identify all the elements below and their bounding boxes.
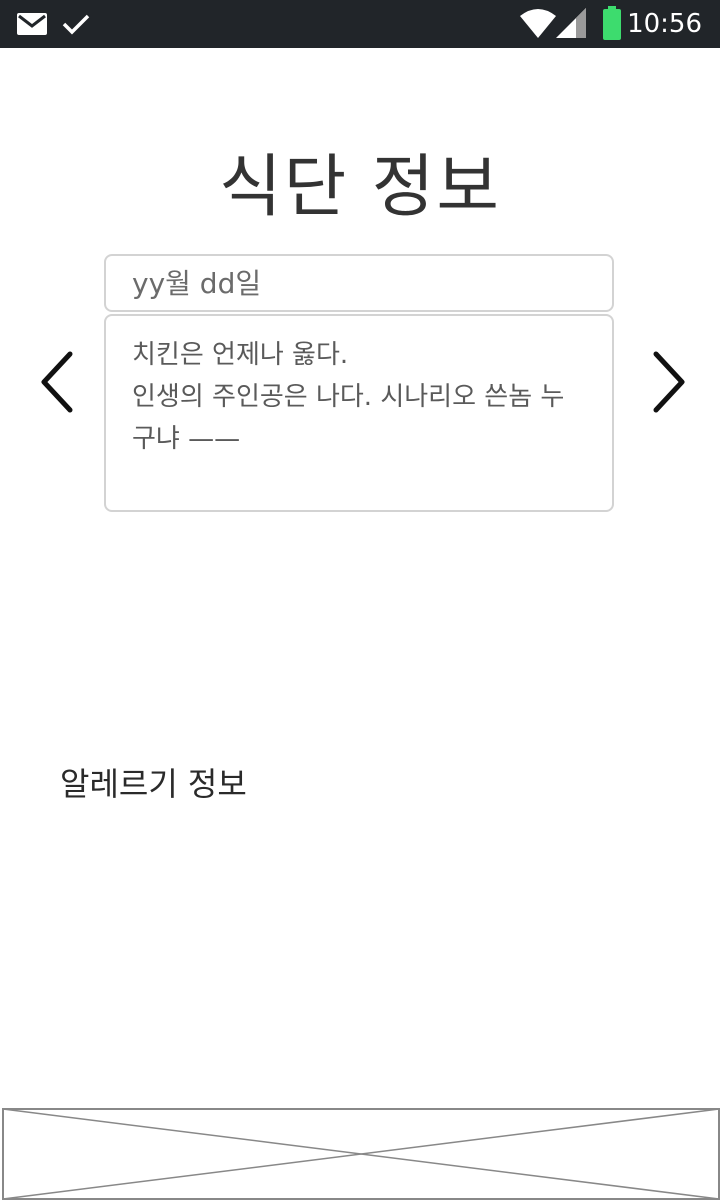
image-placeholder-icon bbox=[2, 1108, 720, 1200]
meal-text-area[interactable]: 치킨은 언제나 옳다. 인생의 주인공은 나다. 시나리오 쓴놈 누 구냐 —— bbox=[104, 314, 614, 512]
mail-icon bbox=[17, 13, 47, 35]
screen: 10:56 식단 정보 yy월 dd일 치킨은 언제나 옳다. 인생의 주인공은… bbox=[0, 0, 720, 1200]
chevron-left-icon[interactable] bbox=[38, 350, 78, 414]
check-icon bbox=[62, 14, 90, 35]
chevron-right-icon[interactable] bbox=[648, 350, 688, 414]
meal-line: 치킨은 언제나 옳다. bbox=[132, 340, 349, 370]
status-time: 10:56 bbox=[627, 9, 702, 39]
date-field[interactable]: yy월 dd일 bbox=[104, 254, 614, 312]
battery-icon bbox=[603, 6, 621, 40]
allergy-info-label: 알레르기 정보 bbox=[60, 765, 247, 803]
meal-line: 구냐 —— bbox=[132, 424, 241, 454]
page-title: 식단 정보 bbox=[219, 148, 501, 227]
status-bar: 10:56 bbox=[0, 0, 720, 48]
wifi-icon bbox=[520, 9, 556, 38]
meal-line: 인생의 주인공은 나다. 시나리오 쓴놈 누 bbox=[132, 382, 565, 412]
signal-icon bbox=[556, 8, 586, 38]
